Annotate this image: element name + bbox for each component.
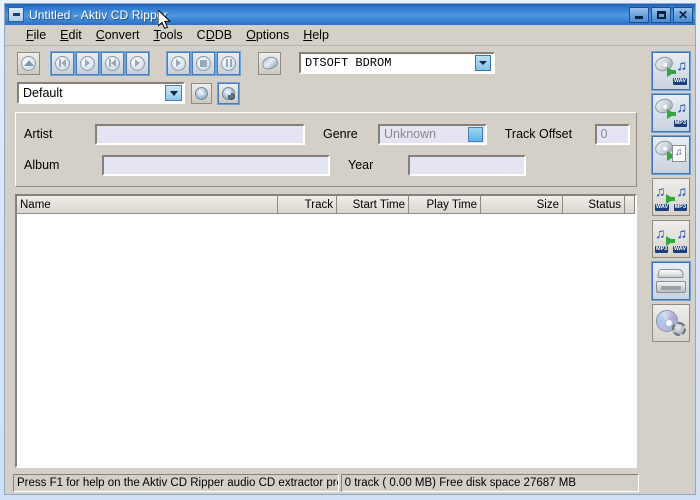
fast-forward-button[interactable]: [125, 50, 150, 76]
main-column: DTSOFT BDROM Default Artist Genre Unknow…: [5, 46, 647, 494]
title-bar[interactable]: Untitled - Aktiv CD Ripper ✕: [5, 4, 695, 25]
transport-toolbar: DTSOFT BDROM: [5, 46, 647, 78]
menu-bar: File Edit Convert Tools CDDB Options Hel…: [5, 25, 695, 46]
genre-select[interactable]: Unknown: [377, 123, 487, 145]
year-label: Year: [348, 158, 374, 172]
chevron-down-icon[interactable]: [165, 85, 182, 101]
preset-edit-button[interactable]: [191, 82, 212, 104]
skip-end-icon: [80, 55, 95, 71]
year-input[interactable]: [408, 154, 526, 176]
album-input[interactable]: [102, 154, 330, 176]
preset-select[interactable]: Default: [17, 82, 185, 104]
close-icon: ✕: [677, 7, 689, 22]
column-header-start-time[interactable]: Start Time: [337, 196, 409, 214]
desktop-background: Untitled - Aktiv CD Ripper ✕ File Edit C…: [0, 0, 700, 500]
menu-edit[interactable]: Edit: [53, 26, 89, 44]
conversion-sidebar: ♫WAV ♫MP3 ♫WAV: [647, 46, 695, 494]
column-header-track[interactable]: Track: [278, 196, 337, 214]
pause-button[interactable]: [216, 50, 241, 76]
track-list-header: Name Track Start Time Play Time Size Sta…: [17, 196, 635, 214]
stop-icon: [196, 55, 211, 71]
maximize-icon: [656, 10, 666, 19]
rewind-button[interactable]: [100, 50, 125, 76]
genre-label: Genre: [323, 127, 358, 141]
first-track-button[interactable]: [50, 50, 75, 76]
cd-edit-icon: [195, 86, 208, 100]
mp3-to-wav-button[interactable]: ♫ MP3 ♫ WAV: [652, 220, 690, 258]
track-offset-label: Track Offset: [504, 127, 573, 141]
artist-row: Artist Genre Unknown Track Offset 0: [24, 122, 630, 146]
rewind-icon: [105, 55, 120, 71]
column-header-filler: [625, 196, 635, 214]
rip-to-playlist-button[interactable]: [651, 135, 691, 175]
rip-to-wav-button[interactable]: ♫ WAV: [651, 51, 691, 91]
column-header-play-time[interactable]: Play Time: [409, 196, 481, 214]
next-track-button[interactable]: [75, 50, 100, 76]
cd-burner-button[interactable]: [651, 261, 691, 301]
menu-convert[interactable]: Convert: [89, 26, 147, 44]
play-icon: [171, 55, 186, 71]
cd-to-mp3-icon: ♫ MP3: [653, 96, 687, 128]
window-controls: ✕: [629, 6, 693, 23]
window-menu-icon[interactable]: [8, 7, 24, 22]
artist-input[interactable]: [95, 123, 305, 145]
minimize-icon: [635, 15, 643, 19]
preset-toolbar: Default: [5, 78, 647, 108]
menu-file[interactable]: File: [19, 26, 53, 44]
application-window: Untitled - Aktiv CD Ripper ✕ File Edit C…: [4, 3, 696, 495]
wav-to-mp3-button[interactable]: ♫ WAV ♫ MP3: [652, 178, 690, 216]
cd-settings-button[interactable]: [652, 304, 690, 342]
chevron-down-icon[interactable]: [475, 55, 491, 71]
window-title: Untitled - Aktiv CD Ripper: [29, 7, 168, 22]
fast-forward-icon: [130, 55, 145, 71]
artist-label: Artist: [24, 127, 53, 141]
cd-settings-icon: [222, 86, 235, 100]
close-button[interactable]: ✕: [673, 6, 693, 23]
pause-icon: [221, 55, 236, 71]
preset-select-value: Default: [23, 86, 63, 100]
column-header-size[interactable]: Size: [481, 196, 563, 214]
track-list-body[interactable]: [17, 214, 635, 466]
stop-button[interactable]: [191, 50, 216, 76]
album-label: Album: [24, 158, 60, 172]
cd-burner-icon: [656, 269, 686, 293]
album-row: Album Year: [24, 153, 630, 177]
status-help-text: Press F1 for help on the Aktiv CD Ripper…: [13, 474, 339, 492]
window-body: DTSOFT BDROM Default Artist Genre Unknow…: [5, 46, 695, 494]
preset-settings-button[interactable]: [217, 81, 240, 105]
cd-gear-icon: [656, 310, 686, 336]
drive-select[interactable]: DTSOFT BDROM: [299, 52, 495, 74]
status-info-text: 0 track ( 0.00 MB) Free disk space 27687…: [340, 474, 639, 492]
track-list[interactable]: Name Track Start Time Play Time Size Sta…: [15, 194, 637, 468]
column-header-status[interactable]: Status: [563, 196, 625, 214]
skip-start-icon: [55, 55, 70, 71]
genre-select-value: Unknown: [383, 127, 437, 141]
menu-options[interactable]: Options: [239, 26, 296, 44]
cd-to-wav-icon: ♫ WAV: [653, 54, 687, 86]
eject-button[interactable]: [17, 51, 40, 75]
menu-cddb[interactable]: CDDB: [190, 26, 239, 44]
maximize-button[interactable]: [651, 6, 671, 23]
minimize-button[interactable]: [629, 6, 649, 23]
status-bar: Press F1 for help on the Aktiv CD Ripper…: [5, 474, 647, 494]
menu-help[interactable]: Help: [296, 26, 336, 44]
menu-tools[interactable]: Tools: [146, 26, 189, 44]
drive-select-value: DTSOFT BDROM: [305, 56, 392, 70]
eject-icon: [21, 55, 36, 71]
play-button[interactable]: [166, 50, 191, 76]
cd-lookup-icon: [260, 54, 279, 72]
rip-to-mp3-button[interactable]: ♫ MP3: [651, 93, 691, 133]
wav-to-mp3-icon: ♫ WAV ♫ MP3: [655, 183, 687, 211]
metadata-panel: Artist Genre Unknown Track Offset 0 Albu…: [15, 112, 637, 187]
mp3-to-wav-icon: ♫ MP3 ♫ WAV: [655, 225, 687, 253]
cd-to-file-icon: [653, 138, 687, 170]
column-header-name[interactable]: Name: [17, 196, 278, 214]
track-offset-input[interactable]: 0: [594, 123, 630, 145]
chevron-down-icon[interactable]: [467, 126, 483, 142]
cddb-query-button[interactable]: [258, 51, 281, 75]
